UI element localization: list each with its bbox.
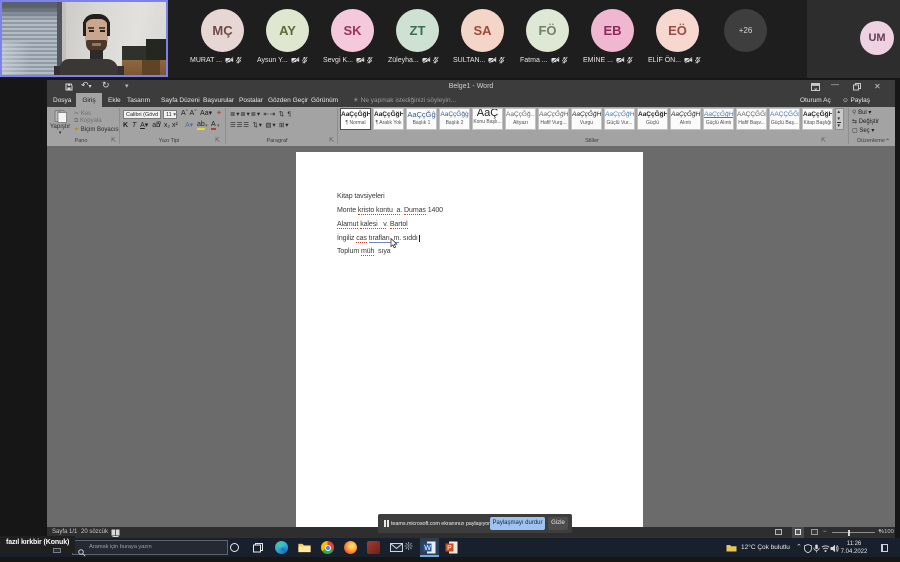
svg-text:W: W bbox=[424, 545, 431, 552]
svg-text:P: P bbox=[447, 545, 452, 552]
